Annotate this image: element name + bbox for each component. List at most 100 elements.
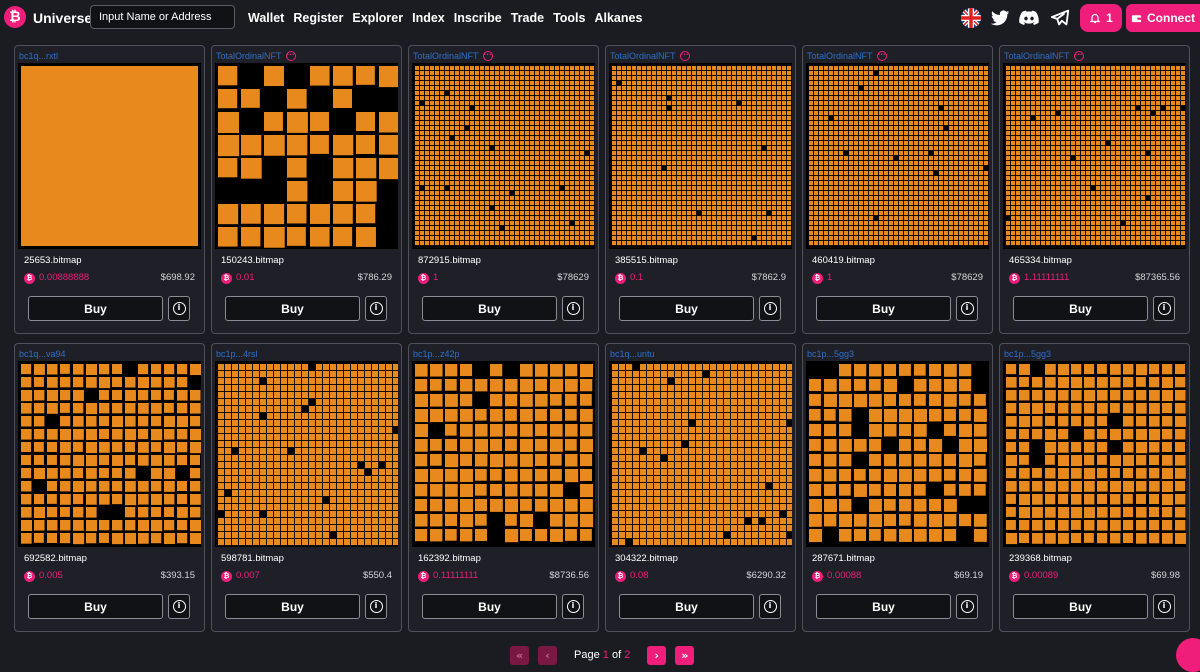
bitmap-card[interactable]: bc1q...rxtl 25653.bitmap ₿ 0.00888888 $6… xyxy=(14,45,205,334)
owner-link[interactable]: bc1p...4rsl xyxy=(216,347,258,361)
bitmap-card[interactable]: TotalOrdinalNFT ··· 150243.bitmap ₿ 0.01… xyxy=(211,45,402,334)
usd-price: $7862.9 xyxy=(751,272,786,283)
bitmap-preview[interactable] xyxy=(1003,361,1186,547)
owner-link[interactable]: TotalOrdinalNFT ··· xyxy=(610,49,690,63)
nav-tools[interactable]: Tools xyxy=(553,9,585,27)
info-button[interactable]: i xyxy=(759,594,781,619)
next-page-button[interactable]: › xyxy=(647,645,667,665)
info-button[interactable]: i xyxy=(365,296,387,321)
bitmap-name: 460419.bitmap xyxy=(812,255,875,266)
owner-link[interactable]: bc1q...va94 xyxy=(19,347,66,361)
info-button[interactable]: i xyxy=(956,296,978,321)
owner-link[interactable]: TotalOrdinalNFT ··· xyxy=(413,49,493,63)
discord-icon[interactable] xyxy=(1018,7,1040,29)
support-float-button[interactable] xyxy=(1176,638,1200,672)
bitmap-card[interactable]: bc1q...va94 692582.bitmap ₿ 0.005 $393.1… xyxy=(14,343,205,632)
nav-trade[interactable]: Trade xyxy=(511,9,544,27)
buy-button[interactable]: Buy xyxy=(816,296,951,321)
telegram-icon[interactable] xyxy=(1049,7,1071,29)
last-page-button[interactable]: » xyxy=(675,645,695,665)
brand-name[interactable]: Universe xyxy=(33,9,92,27)
owner-link[interactable]: bc1p...5gg3 xyxy=(807,347,854,361)
bitmap-preview[interactable] xyxy=(215,361,398,547)
nav-alkanes[interactable]: Alkanes xyxy=(594,9,642,27)
owner-link[interactable]: bc1q...rxtl xyxy=(19,49,58,63)
bitcoin-icon: ₿ xyxy=(221,272,232,284)
bitmap-preview[interactable] xyxy=(609,63,792,249)
buy-button[interactable]: Buy xyxy=(28,594,163,619)
owner-link[interactable]: TotalOrdinalNFT ··· xyxy=(807,49,887,63)
nav-wallet[interactable]: Wallet xyxy=(248,9,284,27)
bitmap-preview[interactable] xyxy=(18,361,201,547)
pagination: « ‹ Page 1 of 2 › » xyxy=(510,645,695,665)
bitmap-preview[interactable] xyxy=(215,63,398,249)
bitmap-card[interactable]: bc1p...5gg3 287671.bitmap ₿ 0.00088 $69.… xyxy=(802,343,993,632)
bitmap-card[interactable]: TotalOrdinalNFT ··· 465334.bitmap ₿ 1.11… xyxy=(999,45,1190,334)
info-button[interactable]: i xyxy=(1153,594,1175,619)
buy-button[interactable]: Buy xyxy=(619,296,754,321)
twitter-icon[interactable] xyxy=(989,7,1011,29)
bitmap-card[interactable]: TotalOrdinalNFT ··· 385515.bitmap ₿ 0.1 … xyxy=(605,45,796,334)
buy-button[interactable]: Buy xyxy=(619,594,754,619)
info-button[interactable]: i xyxy=(562,594,584,619)
price-row: ₿ 0.00088 $69.19 xyxy=(812,569,983,583)
bitcoin-logo-icon[interactable]: ₿ xyxy=(4,6,26,28)
buy-button[interactable]: Buy xyxy=(28,296,163,321)
btc-value: 0.007 xyxy=(236,570,260,581)
uk-flag-icon[interactable] xyxy=(960,7,982,29)
owner-name: bc1p...4rsl xyxy=(216,348,258,359)
bitmap-card[interactable]: TotalOrdinalNFT ··· 872915.bitmap ₿ 1 $7… xyxy=(408,45,599,334)
more-options-icon[interactable]: ··· xyxy=(876,51,887,61)
info-button[interactable]: i xyxy=(365,594,387,619)
buy-button[interactable]: Buy xyxy=(225,594,360,619)
info-button[interactable]: i xyxy=(168,296,190,321)
first-page-button[interactable]: « xyxy=(510,645,529,665)
search-input[interactable] xyxy=(90,5,235,29)
buy-button[interactable]: Buy xyxy=(422,594,557,619)
buy-button[interactable]: Buy xyxy=(816,594,951,619)
info-button[interactable]: i xyxy=(956,594,978,619)
owner-name: bc1q...untu xyxy=(610,348,655,359)
nav-explorer[interactable]: Explorer xyxy=(352,9,403,27)
connect-wallet-button[interactable]: Connect xyxy=(1126,4,1200,32)
btc-price: ₿ 0.11111111 xyxy=(418,570,478,582)
info-button[interactable]: i xyxy=(168,594,190,619)
owner-link[interactable]: bc1p...5gg3 xyxy=(1004,347,1051,361)
bitmap-preview[interactable] xyxy=(412,63,595,249)
bitmap-preview[interactable] xyxy=(1003,63,1186,249)
owner-name: TotalOrdinalNFT xyxy=(1004,50,1070,61)
buy-button[interactable]: Buy xyxy=(225,296,360,321)
bitmap-card[interactable]: bc1p...4rsl 598781.bitmap ₿ 0.007 $550.4… xyxy=(211,343,402,632)
notifications-button[interactable]: 1 xyxy=(1080,4,1122,32)
more-options-icon[interactable]: ··· xyxy=(679,51,690,61)
more-options-icon[interactable]: ··· xyxy=(482,51,493,61)
more-options-icon[interactable]: ··· xyxy=(285,51,296,61)
owner-link[interactable]: bc1p...z42p xyxy=(413,347,460,361)
info-button[interactable]: i xyxy=(562,296,584,321)
bitmap-card[interactable]: bc1p...z42p 162392.bitmap ₿ 0.11111111 $… xyxy=(408,343,599,632)
btc-price: ₿ 0.007 xyxy=(221,570,260,582)
buy-button[interactable]: Buy xyxy=(1013,296,1148,321)
bitmap-preview[interactable] xyxy=(412,361,595,547)
owner-link[interactable]: bc1q...untu xyxy=(610,347,655,361)
info-icon: i xyxy=(369,302,383,315)
bitmap-preview[interactable] xyxy=(609,361,792,547)
nav-inscribe[interactable]: Inscribe xyxy=(454,9,502,27)
bitmap-card[interactable]: bc1q...untu 304322.bitmap ₿ 0.08 $6290.3… xyxy=(605,343,796,632)
bitmap-card[interactable]: bc1p...5gg3 239368.bitmap ₿ 0.00089 $69.… xyxy=(999,343,1190,632)
owner-link[interactable]: TotalOrdinalNFT ··· xyxy=(1004,49,1084,63)
buy-button[interactable]: Buy xyxy=(1013,594,1148,619)
more-options-icon[interactable]: ··· xyxy=(1073,51,1084,61)
nav-index[interactable]: Index xyxy=(412,9,445,27)
bitmap-card[interactable]: TotalOrdinalNFT ··· 460419.bitmap ₿ 1 $7… xyxy=(802,45,993,334)
bitmap-preview[interactable] xyxy=(18,63,201,249)
prev-page-button[interactable]: ‹ xyxy=(538,645,557,665)
info-button[interactable]: i xyxy=(1153,296,1175,321)
owner-link[interactable]: TotalOrdinalNFT ··· xyxy=(216,49,296,63)
nav-register[interactable]: Register xyxy=(293,9,343,27)
bitmap-preview[interactable] xyxy=(806,63,989,249)
buy-button[interactable]: Buy xyxy=(422,296,557,321)
info-button[interactable]: i xyxy=(759,296,781,321)
bitcoin-icon: ₿ xyxy=(1009,272,1020,284)
bitmap-preview[interactable] xyxy=(806,361,989,547)
